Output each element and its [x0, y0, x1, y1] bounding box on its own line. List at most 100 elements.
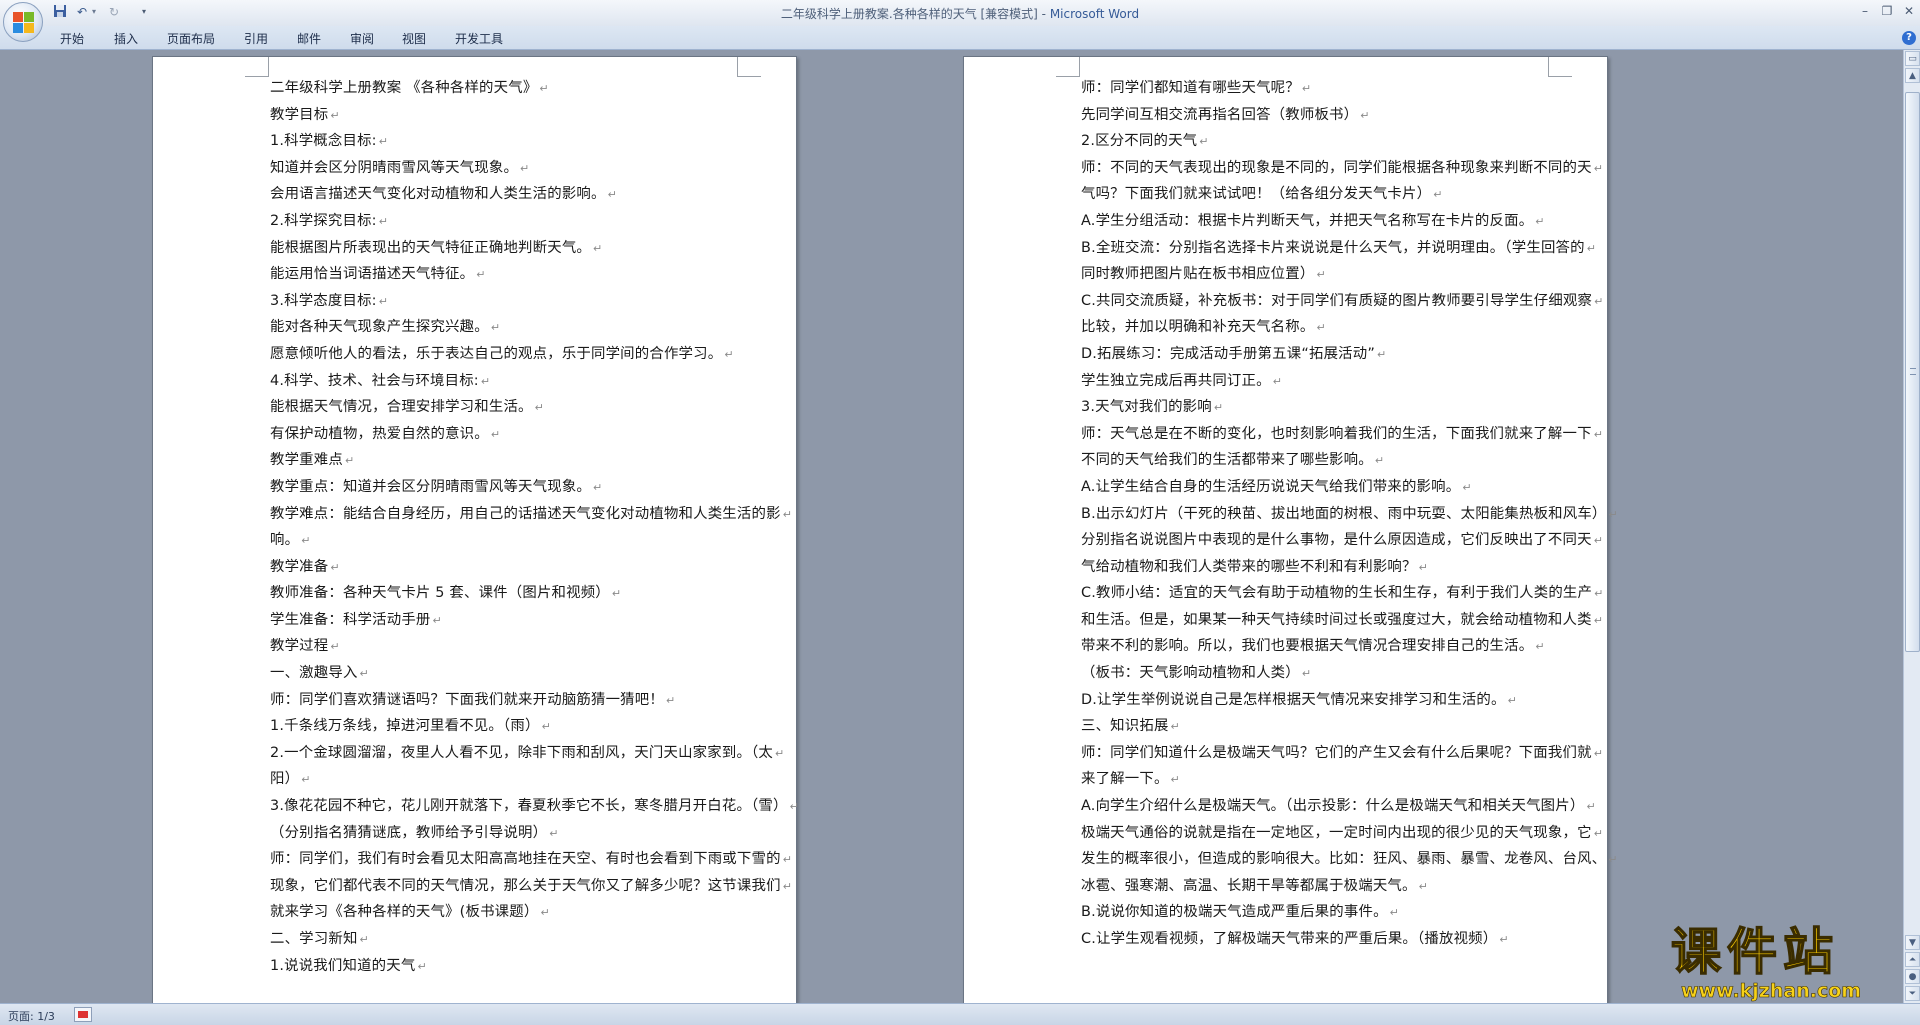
document-line[interactable]: D.让学生举例说说自己是怎样根据天气情况来安排学习和生活的。 ↵ [1081, 687, 1541, 714]
customize-qat-icon[interactable]: ▾ [136, 4, 152, 20]
document-line[interactable]: 教学过程 ↵ [270, 633, 730, 660]
document-line[interactable]: 师：同学们喜欢猜谜语吗？下面我们就来开动脑筋猜一猜吧！ ↵ [270, 687, 730, 714]
select-browse-object-icon[interactable]: ● [1905, 969, 1920, 984]
document-line[interactable]: 极端天气通俗的说就是指在一定地区，一定时间内出现的很少见的天气现象，它 ↵ [1081, 820, 1603, 847]
document-line[interactable]: 能根据图片所表现出的天气特征正确地判断天气。 ↵ [270, 235, 730, 262]
document-line[interactable]: D.拓展练习：完成活动手册第五课“拓展活动” ↵ [1081, 341, 1541, 368]
document-line[interactable]: 师：不同的天气表现出的现象是不同的，同学们能根据各种现象来判断不同的天 ↵ [1081, 155, 1603, 182]
tab-developer[interactable]: 开发工具 [455, 30, 503, 47]
document-line[interactable]: 一、激趣导入 ↵ [270, 660, 730, 687]
scroll-down-icon[interactable]: ▼ [1905, 935, 1920, 950]
document-line[interactable]: 二年级科学上册教案 《各种各样的天气》 ↵ [270, 75, 730, 102]
document-line[interactable]: （板书：天气影响动植物和人类） ↵ [1081, 660, 1541, 687]
document-line[interactable]: 1.说说我们知道的天气 ↵ [270, 953, 730, 980]
document-line[interactable]: 气吗？下面我们就来试试吧！（给各组分发天气卡片） ↵ [1081, 181, 1541, 208]
document-line[interactable]: 气给动植物和我们人类带来的哪些不利和有利影响？ ↵ [1081, 554, 1541, 581]
document-line[interactable]: 有保护动植物，热爱自然的意识。 ↵ [270, 421, 730, 448]
document-line[interactable]: A.学生分组活动：根据卡片判断天气，并把天气名称写在卡片的反面。 ↵ [1081, 208, 1545, 235]
document-line[interactable]: 分别指名说说图片中表现的是什么事物，是什么原因造成，它们反映出了不同天 ↵ [1081, 527, 1603, 554]
undo-dropdown-icon[interactable]: ▾ [86, 4, 102, 20]
document-line[interactable]: 就来学习《各种各样的天气》(板书课题） ↵ [270, 899, 730, 926]
document-line[interactable]: 教师准备：各种天气卡片 5 套、课件（图片和视频） ↵ [270, 580, 730, 607]
document-line[interactable]: 教学准备 ↵ [270, 554, 730, 581]
document-line[interactable]: 能根据天气情况，合理安排学习和生活。 ↵ [270, 394, 730, 421]
document-line[interactable]: 3.科学态度目标: ↵ [270, 288, 730, 315]
document-line[interactable]: 响。 ↵ [270, 527, 730, 554]
document-line[interactable]: 4.科学、技术、社会与环境目标: ↵ [270, 368, 730, 395]
document-line[interactable]: 会用语言描述天气变化对动植物和人类生活的影响。 ↵ [270, 181, 730, 208]
page-1-text[interactable]: 二年级科学上册教案 《各种各样的天气》 ↵ 教学目标 ↵ 1.科学概念目标: ↵ 知道并会区… [270, 75, 799, 980]
document-line[interactable]: 知道并会区分阴晴雨雪风等天气现象。 ↵ [270, 155, 730, 182]
document-line[interactable]: 教学重点：知道并会区分阴晴雨雪风等天气现象。 ↵ [270, 474, 730, 501]
document-line[interactable]: 发生的概率很小，但造成的影响很大。比如：狂风、暴雨、暴雪、龙卷风、台风、 ↵ [1081, 846, 1617, 873]
document-line[interactable]: 1.科学概念目标: ↵ [270, 128, 730, 155]
scroll-up-icon[interactable]: ▲ [1905, 68, 1920, 83]
document-line[interactable]: 师：天气总是在不断的变化，也时刻影响着我们的生活，下面我们就来了解一下 ↵ [1081, 421, 1603, 448]
document-line[interactable]: 3.像花花园不种它，花儿刚开就落下，春夏秋季它不长，寒冬腊月开白花。（雪） ↵ [270, 793, 799, 820]
office-button-icon[interactable] [3, 2, 43, 42]
document-line[interactable]: 师：同学们都知道有哪些天气呢？ ↵ [1081, 75, 1541, 102]
document-line[interactable]: 2.区分不同的天气 ↵ [1081, 128, 1541, 155]
document-line[interactable]: B.说说你知道的极端天气造成严重后果的事件。 ↵ [1081, 899, 1541, 926]
vertical-scrollbar[interactable]: ▭ ▲ ▼ ⏶ ● ⏷ [1903, 50, 1920, 1003]
document-line[interactable]: 现象，它们都代表不同的天气情况，那么关于天气你又了解多少呢？这节课我们 ↵ [270, 873, 792, 900]
document-line[interactable]: 教学重难点 ↵ [270, 447, 730, 474]
document-line[interactable]: 愿意倾听他人的看法，乐于表达自己的观点，乐于同学间的合作学习。 ↵ [270, 341, 734, 368]
document-line[interactable]: C.让学生观看视频，了解极端天气带来的严重后果。（播放视频） ↵ [1081, 926, 1541, 953]
document-line[interactable]: 三、知识拓展 ↵ [1081, 713, 1541, 740]
ruler-toggle-icon[interactable]: ▭ [1905, 51, 1920, 66]
page-count[interactable]: 页面: 1/3 [8, 1008, 55, 1024]
language-icon[interactable] [74, 1007, 92, 1022]
document-line[interactable]: 2.科学探究目标: ↵ [270, 208, 730, 235]
document-line[interactable]: （分别指名猜猜谜底，教师给予引导说明） ↵ [270, 820, 730, 847]
document-line[interactable]: 师：同学们知道什么是极端天气吗？它们的产生又会有什么后果呢？下面我们就 ↵ [1081, 740, 1603, 767]
document-line[interactable]: 教学难点：能结合自身经历，用自己的话描述天气变化对动植物和人类生活的影 ↵ [270, 501, 792, 528]
document-line[interactable]: 1.千条线万条线，掉进河里看不见。（雨） ↵ [270, 713, 730, 740]
document-line[interactable]: 冰雹、强寒潮、高温、长期干旱等都属于极端天气。 ↵ [1081, 873, 1541, 900]
document-line[interactable]: 来了解一下。 ↵ [1081, 766, 1541, 793]
line-text: 教学过程 [270, 638, 329, 655]
document-line[interactable]: B.全班交流：分别指名选择卡片来说说是什么天气，并说明理由。（学生回答的 ↵ [1081, 235, 1596, 262]
prev-page-icon[interactable]: ⏶ [1905, 952, 1920, 967]
document-line[interactable]: 学生准备：科学活动手册 ↵ [270, 607, 730, 634]
next-page-icon[interactable]: ⏷ [1905, 986, 1920, 1001]
document-page-2[interactable]: 师：同学们都知道有哪些天气呢？ ↵ 先同学间互相交流再指名回答（教师板书） ↵ 2.区分… [963, 56, 1618, 1003]
document-line[interactable]: 二、学习新知 ↵ [270, 926, 730, 953]
document-line[interactable]: C.共同交流质疑，补充板书：对于同学们有质疑的图片教师要引导学生仔细观察 ↵ [1081, 288, 1603, 315]
help-icon[interactable]: ? [1902, 31, 1916, 45]
document-line[interactable]: 比较，并加以明确和补充天气名称。 ↵ [1081, 314, 1541, 341]
document-line[interactable]: C.教师小结：适宜的天气会有助于动植物的生长和生存，有利于我们人类的生产 ↵ [1081, 580, 1603, 607]
document-line[interactable]: 阳） ↵ [270, 766, 730, 793]
tab-insert[interactable]: 插入 [114, 30, 138, 47]
tab-references[interactable]: 引用 [244, 30, 268, 47]
document-line[interactable]: 教学目标 ↵ [270, 102, 730, 129]
document-line[interactable]: 不同的天气给我们的生活都带来了哪些影响。 ↵ [1081, 447, 1541, 474]
document-line[interactable]: 学生独立完成后再共同订正。 ↵ [1081, 368, 1541, 395]
document-line[interactable]: B.出示幻灯片（干死的秧苗、拔出地面的树根、雨中玩耍、太阳能集热板和风车） ↵ [1081, 501, 1618, 528]
line-text: 二、学习新知 [270, 931, 358, 947]
document-line[interactable]: 2.一个金球圆溜溜，夜里人人看不见，除非下雨和刮风，天门天山家家到。（太 ↵ [270, 740, 784, 767]
document-line[interactable]: A.向学生介绍什么是极端天气。（出示投影：什么是极端天气和相关天气图片） ↵ [1081, 793, 1596, 820]
save-icon[interactable] [52, 4, 68, 20]
tab-view[interactable]: 视图 [402, 30, 426, 47]
document-workspace[interactable]: 二年级科学上册教案 《各种各样的天气》 ↵ 教学目标 ↵ 1.科学概念目标: ↵ 知道并会区… [0, 50, 1903, 1003]
document-line[interactable]: 师：同学们，我们有时会看见太阳高高地挂在天空、有时也会看到下雨或下雪的 ↵ [270, 846, 792, 873]
paragraph-mark-icon: ↵ [378, 294, 389, 308]
document-line[interactable]: A.让学生结合自身的生活经历说说天气给我们带来的影响。 ↵ [1081, 474, 1541, 501]
page-2-text[interactable]: 师：同学们都知道有哪些天气呢？ ↵ 先同学间互相交流再指名回答（教师板书） ↵ 2.区分… [1081, 75, 1618, 953]
document-line[interactable]: 能对各种天气现象产生探究兴趣。 ↵ [270, 314, 730, 341]
document-line[interactable]: 能运用恰当词语描述天气特征。 ↵ [270, 261, 730, 288]
document-page-1[interactable]: 二年级科学上册教案 《各种各样的天气》 ↵ 教学目标 ↵ 1.科学概念目标: ↵ 知道并会区… [152, 56, 799, 1003]
redo-icon[interactable]: ↻ [106, 4, 122, 20]
document-line[interactable]: 和生活。但是，如果某一种天气持续时间过长或强度过大，就会给动植物和人类 ↵ [1081, 607, 1603, 634]
close-icon[interactable]: ✕ [1896, 2, 1920, 20]
tab-review[interactable]: 审阅 [350, 30, 374, 47]
document-line[interactable]: 先同学间互相交流再指名回答（教师板书） ↵ [1081, 102, 1541, 129]
document-line[interactable]: 3.天气对我们的影响 ↵ [1081, 394, 1541, 421]
document-line[interactable]: 同时教师把图片贴在板书相应位置） ↵ [1081, 261, 1541, 288]
tab-home[interactable]: 开始 [60, 30, 84, 47]
scroll-thumb[interactable] [1905, 92, 1920, 652]
tab-page-layout[interactable]: 页面布局 [167, 30, 215, 47]
tab-mailings[interactable]: 邮件 [297, 30, 321, 47]
document-line[interactable]: 带来不利的影响。所以，我们也要根据天气情况合理安排自己的生活。 ↵ [1081, 633, 1545, 660]
